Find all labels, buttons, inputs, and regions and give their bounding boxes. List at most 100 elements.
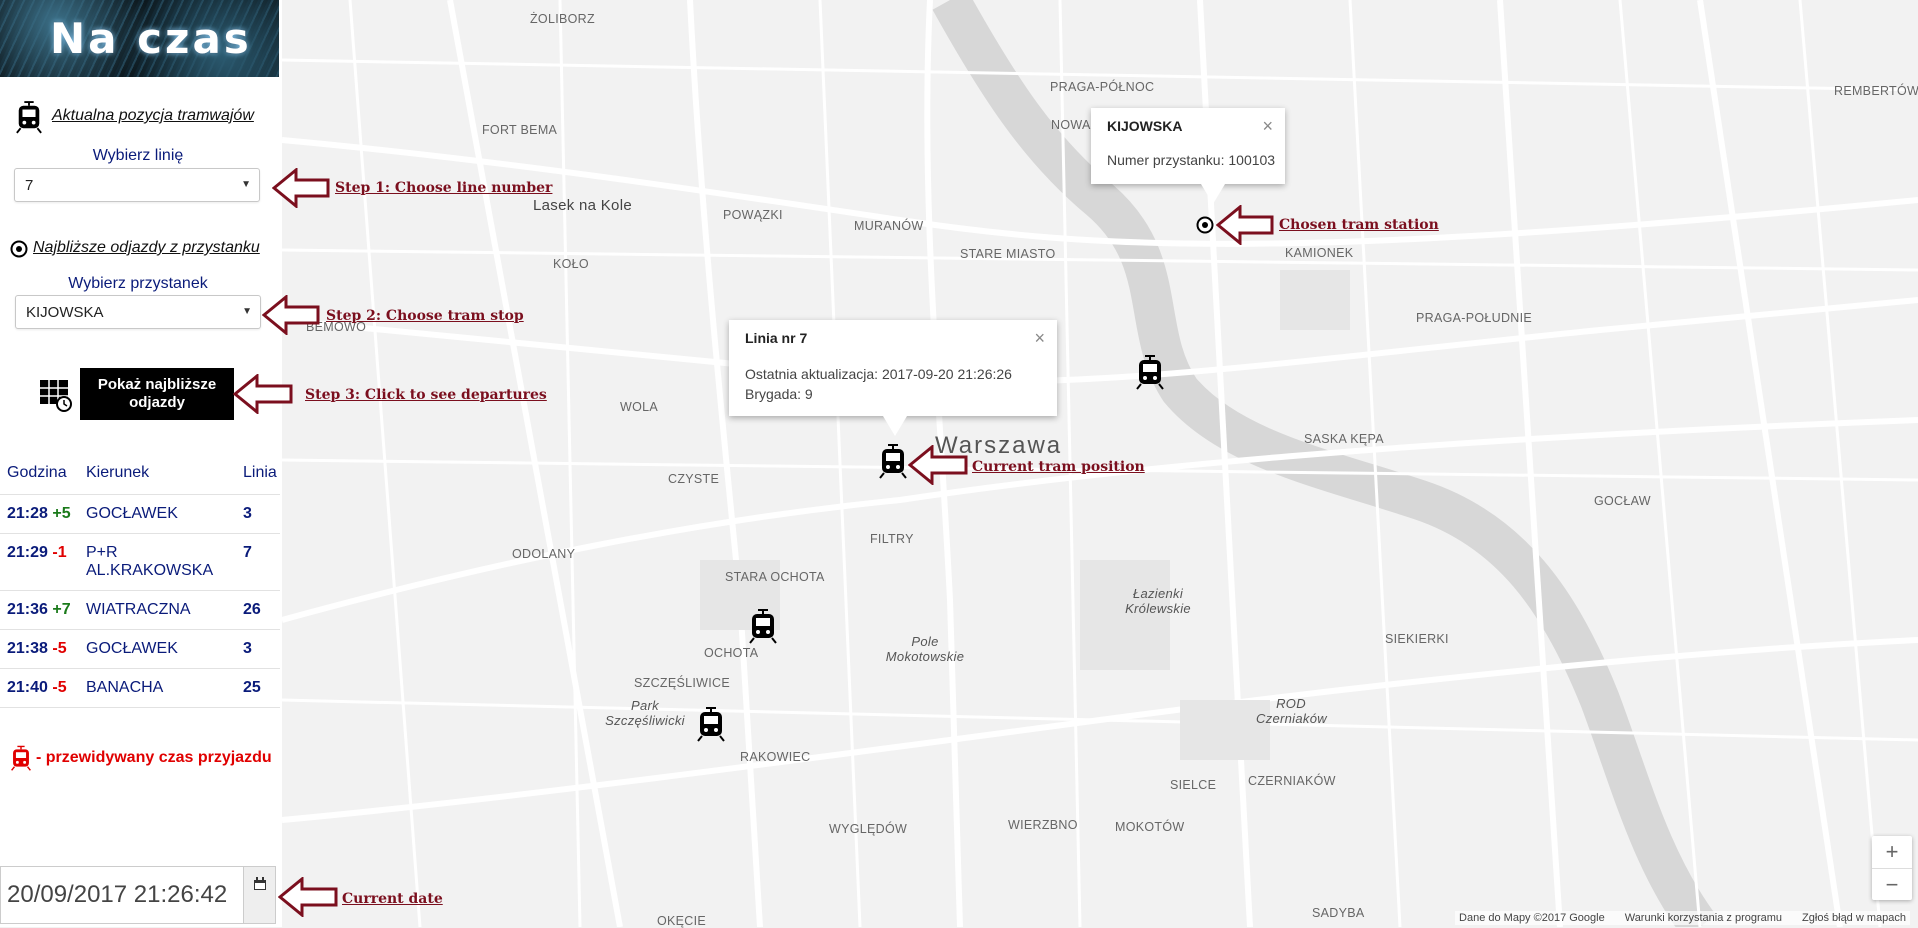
tram-marker[interactable] bbox=[748, 608, 778, 649]
close-icon[interactable]: × bbox=[1034, 328, 1045, 349]
tram-popup: Linia nr 7 Ostatnia aktualizacja: 2017-0… bbox=[729, 320, 1057, 436]
annotation-arrow bbox=[262, 295, 320, 335]
popup-tail bbox=[1201, 184, 1225, 204]
departure-time: 21:29 -1 bbox=[0, 533, 79, 591]
zoom-control: + − bbox=[1872, 836, 1912, 900]
popup-body: Numer przystanku: 100103 bbox=[1107, 152, 1276, 168]
tram-red-icon bbox=[11, 745, 31, 771]
tram-icon bbox=[16, 101, 42, 134]
attribution-terms[interactable]: Warunki korzystania z programu bbox=[1625, 912, 1782, 924]
map-label: STARE MIASTO bbox=[960, 247, 1056, 261]
show-departures-button[interactable]: Pokaż najbliższe odjazdy bbox=[80, 368, 234, 420]
attribution-report[interactable]: Zgłoś błąd w mapach bbox=[1802, 912, 1906, 924]
time-value: 21:28 bbox=[7, 505, 48, 522]
map-attribution: Dane do Mapy ©2017 Google Warunki korzys… bbox=[1455, 911, 1910, 925]
map-label: KOŁO bbox=[553, 257, 589, 271]
tram-icon bbox=[749, 609, 777, 644]
direction-cell: GOCŁAWEK bbox=[79, 494, 236, 534]
delay-value: -5 bbox=[52, 640, 67, 657]
departure-time: 21:40 -5 bbox=[0, 668, 79, 708]
annotation-arrow bbox=[233, 374, 293, 414]
tram-icon bbox=[1136, 355, 1164, 390]
map-label: NOWA bbox=[1051, 118, 1091, 132]
map-label: FILTRY bbox=[870, 532, 914, 546]
live-section-label: Aktualna pozycja tramwajów bbox=[52, 107, 254, 124]
table-header-row: Godzina Kierunek Linia bbox=[0, 452, 280, 495]
line-cell: 3 bbox=[236, 629, 280, 669]
departure-time: 21:38 -5 bbox=[0, 629, 79, 669]
zoom-in-button[interactable]: + bbox=[1872, 836, 1912, 868]
line-label: Wybierz linię bbox=[92, 147, 184, 164]
annotation-step3: Step 3: Click to see departures bbox=[305, 387, 547, 403]
map-label: SZCZĘŚLIWICE bbox=[634, 676, 730, 690]
zoom-out-button[interactable]: − bbox=[1872, 868, 1912, 901]
departures-table: Godzina Kierunek Linia 21:28 +5 GOCŁAWEK… bbox=[0, 452, 280, 708]
stop-icon bbox=[1196, 216, 1214, 234]
popup-tail bbox=[883, 416, 907, 436]
annotation-station: Chosen tram station bbox=[1279, 217, 1439, 233]
map-label: RAKOWIEC bbox=[740, 750, 811, 764]
stop-select[interactable]: KIJOWSKA ▼ bbox=[15, 295, 261, 329]
map-label: GOCŁAW bbox=[1594, 494, 1651, 508]
table-row: 21:40 -5 BANACHA 25 bbox=[0, 668, 280, 708]
map-label: CZERNIAKÓW bbox=[1248, 774, 1336, 788]
annotation-date: Current date bbox=[342, 891, 443, 907]
attribution-data: Dane do Mapy ©2017 Google bbox=[1459, 912, 1605, 924]
delay-value: +5 bbox=[52, 505, 71, 522]
tram-icon bbox=[879, 444, 907, 479]
annotation-step1: Step 1: Choose line number bbox=[335, 180, 553, 196]
column-header: Linia bbox=[236, 452, 280, 495]
map-label: SIELCE bbox=[1170, 778, 1217, 792]
stop-select-value: KIJOWSKA bbox=[26, 304, 104, 321]
annotation-position: Current tram position bbox=[972, 459, 1145, 475]
popup-title: KIJOWSKA bbox=[1107, 118, 1183, 134]
table-row: 21:38 -5 GOCŁAWEK 3 bbox=[0, 629, 280, 669]
map-label: POWĄZKI bbox=[723, 208, 783, 222]
table-row: 21:29 -1 P+R AL.KRAKOWSKA 7 bbox=[0, 533, 280, 591]
tram-marker[interactable] bbox=[696, 706, 726, 747]
column-header: Godzina bbox=[0, 452, 79, 495]
calendar-icon bbox=[253, 877, 266, 890]
map-label: PRAGA-POŁUDNIE bbox=[1416, 311, 1533, 325]
map-label: PRAGA-PÓŁNOC bbox=[1050, 80, 1155, 94]
map-label: WIERZBNO bbox=[1008, 818, 1078, 832]
departure-time: 21:36 +7 bbox=[0, 590, 79, 630]
tram-marker[interactable] bbox=[1135, 354, 1165, 395]
annotation-arrow bbox=[278, 877, 338, 917]
close-icon[interactable]: × bbox=[1262, 116, 1273, 137]
annotation-arrow bbox=[1216, 205, 1274, 245]
time-value: 21:40 bbox=[7, 679, 48, 696]
delay-value: -1 bbox=[52, 544, 67, 561]
date-field[interactable]: 20/09/2017 21:26:42 bbox=[0, 866, 276, 924]
map-label: MURANÓW bbox=[854, 219, 924, 233]
tram-marker-current[interactable] bbox=[878, 443, 908, 484]
annotation-arrow bbox=[908, 445, 968, 485]
line-cell: 26 bbox=[236, 590, 280, 630]
sidebar: Na czas Aktualna pozycja tramwajów Wybie… bbox=[0, 0, 282, 927]
map-label: STARA OCHOTA bbox=[725, 570, 825, 584]
line-cell: 25 bbox=[236, 668, 280, 708]
direction-cell: BANACHA bbox=[79, 668, 236, 708]
map-label: OKĘCIE bbox=[657, 914, 707, 928]
logo: Na czas bbox=[0, 0, 279, 77]
popup-brigade: Brygada: 9 bbox=[745, 386, 813, 402]
map-label: Pole Mokotowskie bbox=[885, 634, 965, 664]
delay-value: +7 bbox=[52, 601, 71, 618]
calendar-button[interactable] bbox=[243, 867, 275, 923]
logo-text: Na czas bbox=[50, 14, 252, 63]
time-value: 21:29 bbox=[7, 544, 48, 561]
tram-icon bbox=[697, 707, 725, 742]
map-label: Lasek na Kole bbox=[533, 197, 632, 214]
time-value: 21:38 bbox=[7, 640, 48, 657]
map-label: ROD Czerniaków bbox=[1256, 696, 1327, 726]
station-marker[interactable] bbox=[1196, 216, 1214, 239]
stop-icon bbox=[10, 240, 28, 258]
chevron-down-icon: ▼ bbox=[241, 179, 251, 190]
map-label: CZYSTE bbox=[668, 472, 720, 486]
line-select[interactable]: 7 ▼ bbox=[14, 168, 260, 202]
map-label: WOLA bbox=[620, 400, 659, 414]
table-row: 21:36 +7 WIATRACZNA 26 bbox=[0, 590, 280, 630]
map-label: KAMIONEK bbox=[1285, 246, 1354, 260]
map-label: SIEKIERKI bbox=[1385, 632, 1449, 646]
map-label: SADYBA bbox=[1312, 906, 1365, 920]
